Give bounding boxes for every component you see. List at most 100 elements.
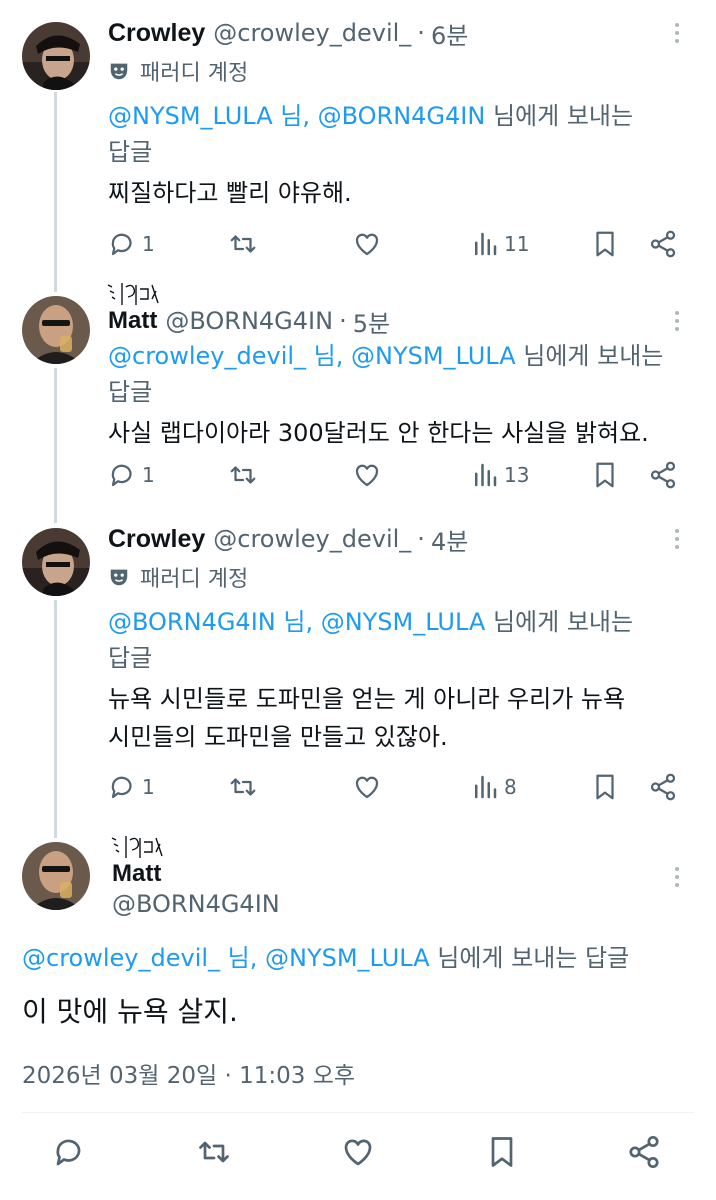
name-scribble-icon [107, 283, 159, 305]
avatar[interactable] [22, 528, 90, 596]
reply-suffix-2: 답글 [108, 644, 153, 672]
tweet-text-line-2: 시민들의 도파민을 만들고 있잖아. [108, 723, 448, 751]
reply-button[interactable]: 1 [108, 455, 155, 495]
bookmark-icon [596, 774, 614, 800]
mention-link[interactable]: @crowley_devil_ 님, @NYSM_LULA [22, 944, 430, 972]
tweet-text: 이 맛에 뉴욕 살지. [22, 995, 238, 1028]
like-icon [355, 233, 379, 256]
reply-suffix: 님에게 보내는 [515, 342, 664, 370]
parody-badge: 패러디 계정 [108, 562, 686, 592]
reply-icon [111, 776, 132, 799]
reply-suffix-2: 답글 [108, 378, 153, 406]
timestamp[interactable]: 6분 [431, 16, 468, 51]
display-name[interactable]: Matt [107, 283, 159, 335]
separator: · [339, 307, 347, 335]
display-name[interactable]: Matt [111, 836, 163, 888]
views-count: 13 [504, 463, 530, 487]
handle[interactable]: @BORN4G4IN [112, 890, 280, 918]
retweet-button[interactable] [228, 767, 258, 807]
main-tweet: Matt @BORN4G4IN @crowley_devil_ 님, @NYSM… [0, 820, 716, 1200]
handle[interactable]: @BORN4G4IN [165, 307, 333, 335]
like-button[interactable] [352, 767, 382, 807]
views-count: 11 [504, 232, 530, 256]
reply-context: @BORN4G4IN 님, @NYSM_LULA 님에게 보내는 답글 [108, 604, 686, 676]
tweet-2[interactable]: Matt @BORN4G4IN · 5분 @crowley_devil_ 님, … [0, 283, 716, 520]
action-bar [0, 1132, 716, 1176]
mention-link[interactable]: @BORN4G4IN 님, @NYSM_LULA [108, 608, 485, 636]
reply-icon [111, 233, 132, 256]
reply-button[interactable] [52, 1132, 88, 1172]
bookmark-button[interactable] [590, 767, 620, 807]
action-bar: 1 8 [108, 767, 686, 807]
views-count: 8 [504, 775, 517, 799]
reply-context: @crowley_devil_ 님, @NYSM_LULA 님에게 보내는 답글 [108, 338, 686, 410]
separator: · [417, 525, 425, 553]
action-bar: 1 13 [108, 455, 686, 495]
name-scribble-icon [111, 836, 163, 858]
avatar[interactable] [22, 842, 90, 910]
reply-context: @crowley_devil_ 님, @NYSM_LULA 님에게 보내는 답글 [22, 938, 629, 973]
avatar[interactable] [22, 296, 90, 364]
reply-icon [56, 1139, 81, 1166]
tweet-1[interactable]: Crowley @crowley_devil_ · 6분 패러디 계정 @NYS… [0, 0, 716, 290]
tweet-text: 뉴욕 시민들로 도파민을 얻는 게 아니라 우리가 뉴욕 시민들의 도파민을 만… [108, 680, 686, 756]
reply-suffix-2: 답글 [108, 138, 153, 166]
retweet-button[interactable] [228, 224, 258, 264]
timestamp[interactable]: 5분 [353, 304, 390, 339]
retweet-button[interactable] [228, 455, 258, 495]
reply-suffix: 님에게 보내는 [485, 102, 634, 130]
reply-icon [111, 464, 132, 487]
views-button[interactable]: 11 [470, 224, 529, 264]
tweet-text-line-1: 뉴욕 시민들로 도파민을 얻는 게 아니라 우리가 뉴욕 [108, 685, 626, 713]
avatar[interactable] [22, 22, 90, 90]
like-icon [344, 1139, 372, 1166]
views-icon [475, 463, 497, 487]
like-button[interactable] [352, 224, 382, 264]
share-icon [650, 230, 676, 258]
mention-link[interactable]: @crowley_devil_ 님, @NYSM_LULA [108, 342, 516, 370]
reply-button[interactable]: 1 [108, 767, 155, 807]
like-button[interactable] [352, 455, 382, 495]
reply-count: 1 [142, 775, 155, 799]
bookmark-button[interactable] [484, 1132, 520, 1172]
bookmark-button[interactable] [590, 455, 620, 495]
more-icon[interactable] [668, 524, 686, 554]
bookmark-button[interactable] [590, 224, 620, 264]
share-button[interactable] [648, 224, 678, 264]
views-button[interactable]: 8 [470, 767, 517, 807]
timestamp[interactable]: 4분 [431, 522, 468, 557]
tweet-3[interactable]: Crowley @crowley_devil_ · 4분 패러디 계정 @BOR… [0, 520, 716, 820]
retweet-button[interactable] [196, 1132, 232, 1172]
parody-mask-icon [110, 569, 128, 586]
retweet-icon [230, 778, 256, 796]
mention-link[interactable]: @NYSM_LULA 님, @BORN4G4IN [108, 102, 485, 130]
handle[interactable]: @crowley_devil_ [213, 19, 411, 47]
display-name[interactable]: Crowley [108, 525, 205, 554]
bookmark-icon [491, 1137, 513, 1167]
tweet-timestamp[interactable]: 2026년 03월 20일 · 11:03 오후 [22, 1056, 355, 1090]
reply-context: @NYSM_LULA 님, @BORN4G4IN 님에게 보내는 답글 [108, 98, 686, 170]
like-icon [355, 464, 379, 487]
more-icon[interactable] [668, 18, 686, 48]
share-button[interactable] [648, 455, 678, 495]
share-icon [650, 461, 676, 489]
divider [22, 1112, 694, 1113]
bookmark-icon [596, 462, 614, 488]
share-button[interactable] [626, 1132, 662, 1172]
more-icon[interactable] [668, 862, 686, 892]
reply-suffix: 님에게 보내는 답글 [429, 944, 630, 972]
like-button[interactable] [340, 1132, 376, 1172]
views-icon [475, 232, 497, 256]
display-name[interactable]: Crowley [108, 19, 205, 48]
more-icon[interactable] [668, 306, 686, 336]
parody-mask-icon [110, 63, 128, 80]
share-button[interactable] [648, 767, 678, 807]
reply-count: 1 [142, 232, 155, 256]
like-icon [355, 776, 379, 799]
handle[interactable]: @crowley_devil_ [213, 525, 411, 553]
views-button[interactable]: 13 [470, 455, 529, 495]
share-icon [650, 773, 676, 801]
reply-count: 1 [142, 463, 155, 487]
reply-button[interactable]: 1 [108, 224, 155, 264]
share-icon [629, 1135, 659, 1169]
